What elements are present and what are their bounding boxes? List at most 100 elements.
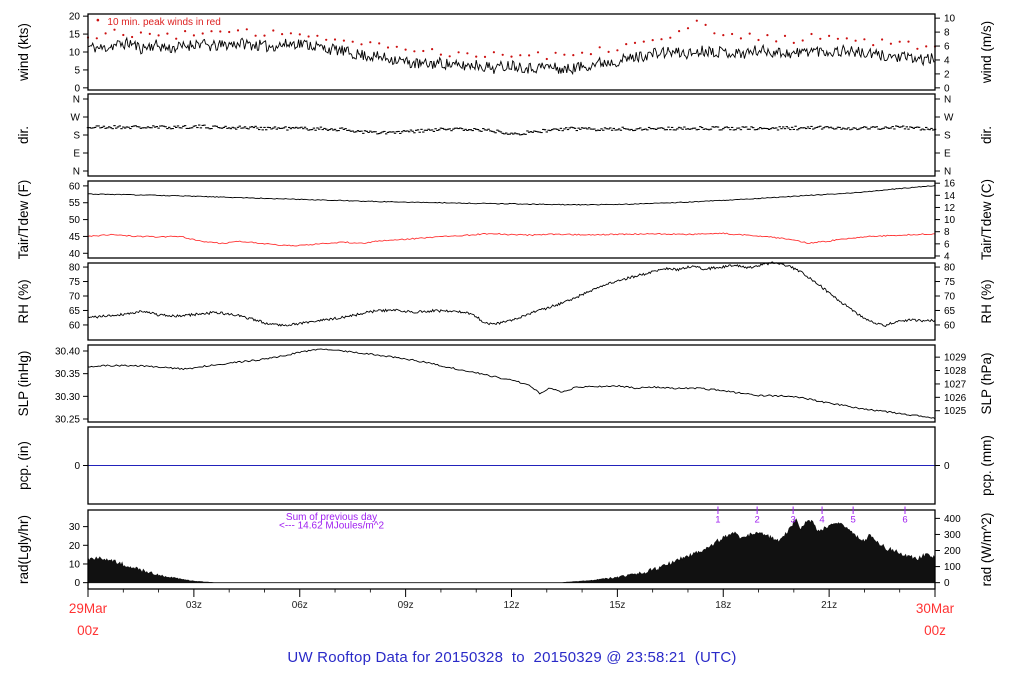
series-sea-level-pressure (88, 348, 936, 420)
ytick-label-left-rh: 70 (69, 292, 81, 303)
ytick-label-left-slp: 30.25 (55, 415, 80, 426)
ytick-label-right-temp: 8 (944, 227, 950, 238)
ytick-label-left-pcp: 0 (74, 461, 80, 472)
panel-temp: 40 45 50 55 60 46810121416 Tair/Tdew (F) Tair/T… (16, 179, 994, 263)
ytick-label-right-dir: N (944, 95, 951, 106)
mjoule-marker-label: 5 (850, 515, 855, 526)
ytick-label-right-wind: 0 (944, 83, 950, 94)
ytick-label-left-dir: S (73, 131, 80, 142)
ytick-label-left-temp: 40 (69, 249, 81, 260)
series-solar-radiation (87, 518, 936, 584)
ytick-label-right-pcp: 0 (944, 461, 950, 472)
ytick-label-right-temp: 14 (944, 191, 956, 202)
series-relative-humidity (87, 261, 936, 328)
ytick-label-right-slp: 1028 (944, 366, 967, 377)
ytick-label-left-rh: 60 (69, 320, 81, 331)
ytick-label-left-rad: 10 (69, 559, 81, 570)
ytick-label-right-dir: W (944, 113, 954, 124)
annotation-text-rad: <--- 14.62 MJoules/m^2 (279, 520, 384, 531)
ytick-label-left-dir: E (73, 149, 80, 160)
ytick-label-left-temp: 60 (69, 181, 81, 192)
annotation-text-wind: 10 min. peak winds in red (107, 17, 220, 28)
ytick-label-left-temp: 45 (69, 232, 81, 243)
x-axis: 03z 06z 09z 12z 15z 18z 21z 29Mar 00z 30Mar 00z (69, 589, 955, 638)
ytick-label-right-rad: 300 (944, 530, 961, 541)
ytick-label-right-rh: 60 (944, 320, 956, 331)
axis-label-left-rh: RH (%) (16, 279, 31, 323)
ytick-label-left-slp: 30.30 (55, 392, 80, 403)
xtick-label: 18z (715, 600, 731, 611)
panel-frame-dir (87, 93, 936, 177)
ytick-label-left-wind: 20 (69, 12, 81, 23)
xtick-label: 06z (292, 600, 308, 611)
ytick-label-right-dir: S (944, 131, 951, 142)
start-date-label: 29Mar (69, 601, 108, 616)
ytick-label-right-dir: E (944, 149, 951, 160)
ytick-label-left-wind: 5 (74, 65, 80, 76)
ytick-label-right-rad: 0 (944, 578, 950, 589)
axis-label-right-temp: Tair/Tdew (C) (979, 179, 994, 260)
ytick-label-right-wind: 2 (944, 69, 950, 80)
panel-pcp: 0 0 pcp. (in) pcp. (mm) (16, 426, 994, 505)
ytick-label-right-temp: 4 (944, 251, 950, 262)
end-date-label: 30Mar (916, 601, 955, 616)
figure-title: UW Rooftop Data for 20150328 to 20150329… (287, 649, 737, 666)
ytick-label-left-slp: 30.35 (55, 369, 80, 380)
ytick-label-left-rh: 65 (69, 306, 81, 317)
panel-frame-rh (87, 262, 936, 341)
ytick-label-left-rad: 20 (69, 541, 81, 552)
ytick-label-right-wind: 10 (944, 14, 956, 25)
panel-slp: 30.25 30.30 30.35 30.40 1025 1026 1027 1028 1029… (16, 344, 994, 426)
ytick-label-left-rh: 80 (69, 263, 81, 274)
series-air-temperature-f (87, 185, 936, 206)
axis-label-left-temp: Tair/Tdew (F) (16, 180, 31, 260)
start-hour-label: 00z (77, 623, 99, 638)
axis-label-left-wind: wind (kts) (16, 23, 31, 82)
mjoule-marker-label: 1 (715, 515, 720, 526)
ytick-label-left-rad: 0 (74, 578, 80, 589)
ytick-label-right-rad: 100 (944, 562, 961, 573)
ytick-label-right-wind: 8 (944, 28, 950, 39)
ytick-label-right-rad: 200 (944, 546, 961, 557)
ytick-label-right-wind: 6 (944, 42, 950, 53)
axis-label-right-rad: rad (W/m^2) (979, 513, 994, 587)
xtick-label: 09z (398, 600, 414, 611)
axis-label-right-pcp: pcp. (mm) (979, 435, 994, 496)
ytick-label-right-rh: 70 (944, 292, 956, 303)
panel-dir: NWSENNWSENdir. dir. (16, 93, 994, 178)
ytick-label-right-rad: 400 (944, 514, 961, 525)
panel-frame-slp (87, 344, 936, 423)
ytick-label-right-slp: 1027 (944, 379, 967, 390)
ytick-label-left-rh: 75 (69, 277, 81, 288)
axis-label-right-dir: dir. (979, 126, 994, 144)
series-wind-direction-deg (86, 124, 937, 136)
ytick-label-right-temp: 6 (944, 239, 950, 250)
axis-label-left-rad: rad(Lgly/hr) (16, 515, 31, 584)
ytick-label-right-rh: 75 (944, 277, 956, 288)
ytick-label-left-rad: 30 (69, 522, 81, 533)
panel-frame-temp (87, 180, 936, 259)
ytick-label-right-temp: 10 (944, 215, 956, 226)
axis-label-left-slp: SLP (inHg) (16, 351, 31, 417)
annotation-dot-wind (96, 18, 100, 22)
xtick-label: 03z (186, 600, 202, 611)
mjoule-marker-label: 3 (790, 515, 795, 526)
ytick-label-right-slp: 1026 (944, 393, 967, 404)
ytick-label-right-temp: 16 (944, 179, 956, 190)
series-dewpoint-f (87, 232, 935, 247)
ytick-label-right-wind: 4 (944, 55, 950, 66)
ytick-label-left-dir: N (73, 167, 80, 178)
meteogram-figure: 0 5 10 15 20 0 2 4 6 8 10 wind (kts) wind (m/s) 10 mi… (0, 0, 1024, 700)
ytick-label-right-slp: 1025 (944, 406, 967, 417)
panel-rad: 01020300100200300400rad(Lgly/hr) rad (W/m… (16, 506, 994, 590)
mjoule-marker-label: 2 (754, 515, 759, 526)
xtick-label: 21z (821, 600, 837, 611)
ytick-label-right-slp: 1029 (944, 353, 967, 364)
ytick-label-right-rh: 65 (944, 306, 956, 317)
ytick-label-left-dir: N (73, 95, 80, 106)
end-hour-label: 00z (924, 623, 946, 638)
axis-label-right-slp: SLP (hPa) (979, 352, 994, 414)
ytick-label-left-slp: 30.40 (55, 346, 80, 357)
mjoule-marker-label: 6 (902, 515, 907, 526)
ytick-label-left-temp: 55 (69, 198, 81, 209)
